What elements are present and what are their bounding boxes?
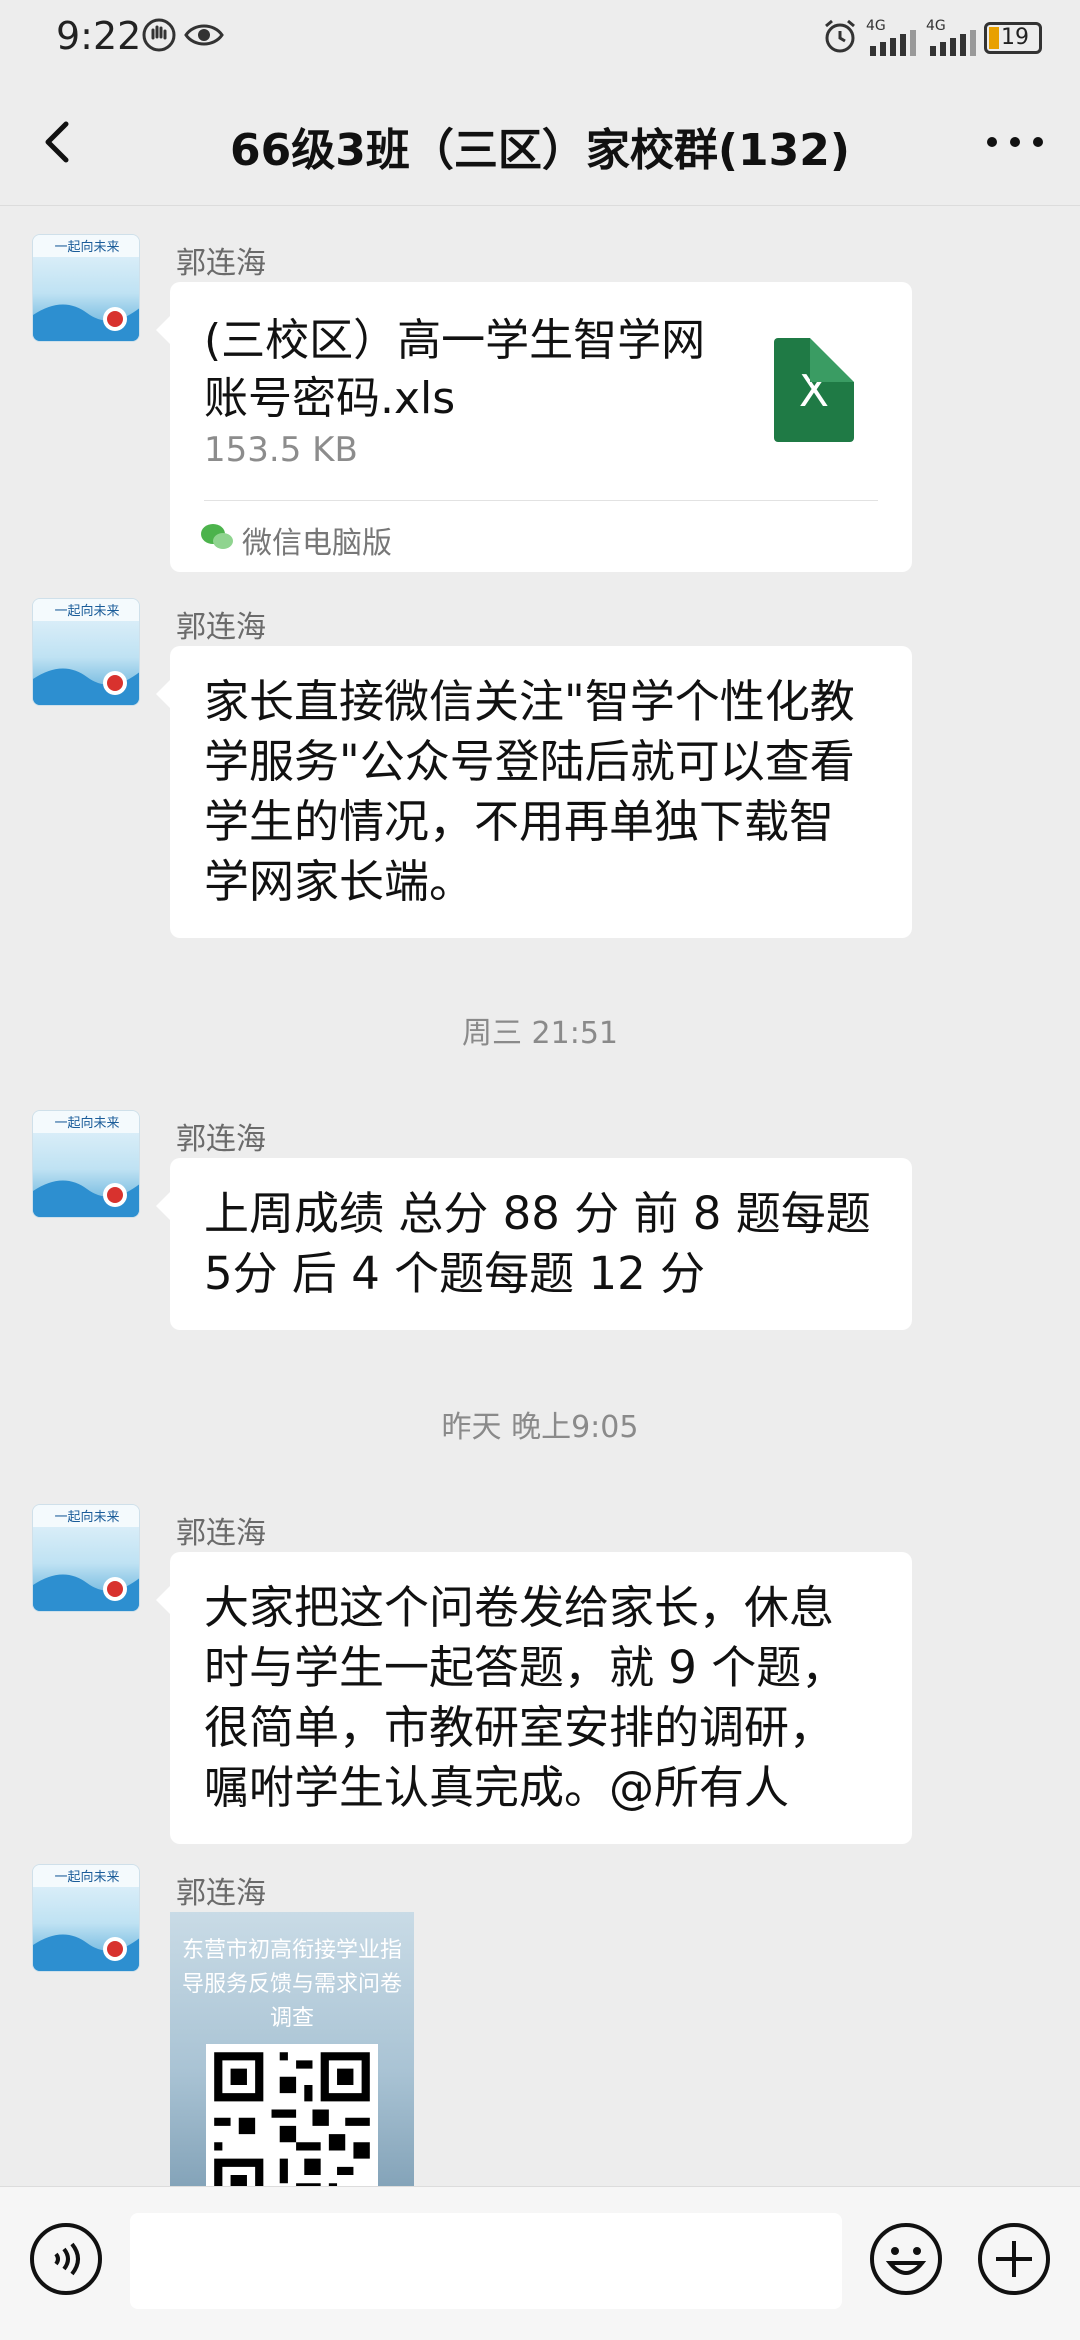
sender-avatar[interactable]: 一起向未来: [32, 1110, 140, 1218]
more-icon[interactable]: [980, 112, 1050, 172]
message-list[interactable]: 一起向未来 郭连海 (三校区）高一学生智学网账号密码.xls 153.5 KB …: [0, 206, 1080, 2186]
sender-avatar[interactable]: 一起向未来: [32, 598, 140, 706]
image-title: 东营市初高衔接学业指导服务反馈与需求问卷调查: [182, 1938, 403, 2031]
chat-header: 66级3班（三区）家校群(132): [0, 76, 1080, 206]
sender-avatar[interactable]: 一起向未来: [32, 1504, 140, 1612]
input-bar: [0, 2186, 1080, 2340]
sender-name: 郭连海: [176, 1876, 266, 1911]
status-bar: 9:22 4G 4G 19: [0, 0, 1080, 76]
plus-icon[interactable]: [976, 2221, 1052, 2297]
file-size: 153.5 KB: [204, 430, 358, 470]
text-message[interactable]: 大家把这个问卷发给家长，休息时与学生一起答题，就 9 个题，很简单，市教研室安排…: [156, 1552, 912, 1844]
qr-code-image: [206, 2044, 378, 2186]
message-input[interactable]: [130, 2213, 842, 2309]
timestamp: 昨天 晚上9:05: [441, 1410, 639, 1445]
svg-text:一起向未来: 一起向未来: [54, 1869, 119, 1885]
battery-icon: 19: [984, 22, 1042, 54]
svg-text:一起向未来: 一起向未来: [54, 239, 119, 255]
divider: [204, 500, 878, 501]
excel-file-icon: X: [774, 338, 854, 442]
message-text: 大家把这个问卷发给家长，休息时与学生一起答题，就 9 个题，很简单，市教研室安排…: [204, 1581, 847, 1814]
sender-name: 郭连海: [176, 610, 266, 645]
text-message[interactable]: 家长直接微信关注"智学个性化教学服务"公众号登陆后就可以查看学生的情况，不用再单…: [156, 646, 912, 938]
eye-icon: [184, 24, 224, 46]
status-time: 9:22: [56, 14, 142, 58]
text-message[interactable]: 上周成绩 总分 88 分 前 8 题每题 5分 后 4 个题每题 12 分: [156, 1158, 912, 1330]
sender-avatar[interactable]: 一起向未来: [32, 1864, 140, 1972]
back-icon[interactable]: [30, 112, 90, 172]
signal-icon: [870, 30, 916, 56]
svg-text:一起向未来: 一起向未来: [54, 1509, 119, 1525]
sender-avatar[interactable]: 一起向未来: [32, 234, 140, 342]
image-message[interactable]: 东营市初高衔接学业指导服务反馈与需求问卷调查: [170, 1912, 414, 2186]
svg-text:一起向未来: 一起向未来: [54, 1115, 119, 1131]
battery-level: 19: [1001, 25, 1029, 50]
voice-icon[interactable]: [28, 2221, 104, 2297]
signal-icon-2: [930, 30, 976, 56]
hand-icon: [142, 18, 176, 52]
chat-title: 66级3班（三区）家校群(132): [230, 125, 850, 176]
wechat-icon: [201, 524, 233, 549]
message-text: 家长直接微信关注"智学个性化教学服务"公众号登陆后就可以查看学生的情况，不用再单…: [204, 675, 855, 908]
emoji-icon[interactable]: [868, 2221, 944, 2297]
message-text: 上周成绩 总分 88 分 前 8 题每题 5分 后 4 个题每题 12 分: [204, 1187, 871, 1300]
file-source-label: 微信电脑版: [242, 526, 392, 561]
sender-name: 郭连海: [176, 1516, 266, 1551]
svg-text:一起向未来: 一起向未来: [54, 603, 119, 619]
timestamp: 周三 21:51: [462, 1016, 618, 1051]
sender-name: 郭连海: [176, 1122, 266, 1157]
file-name: (三校区）高一学生智学网账号密码.xls: [204, 315, 706, 424]
file-message[interactable]: (三校区）高一学生智学网账号密码.xls 153.5 KB X 微信电脑版: [156, 282, 912, 572]
alarm-icon: [825, 19, 855, 53]
sender-name: 郭连海: [176, 246, 266, 281]
